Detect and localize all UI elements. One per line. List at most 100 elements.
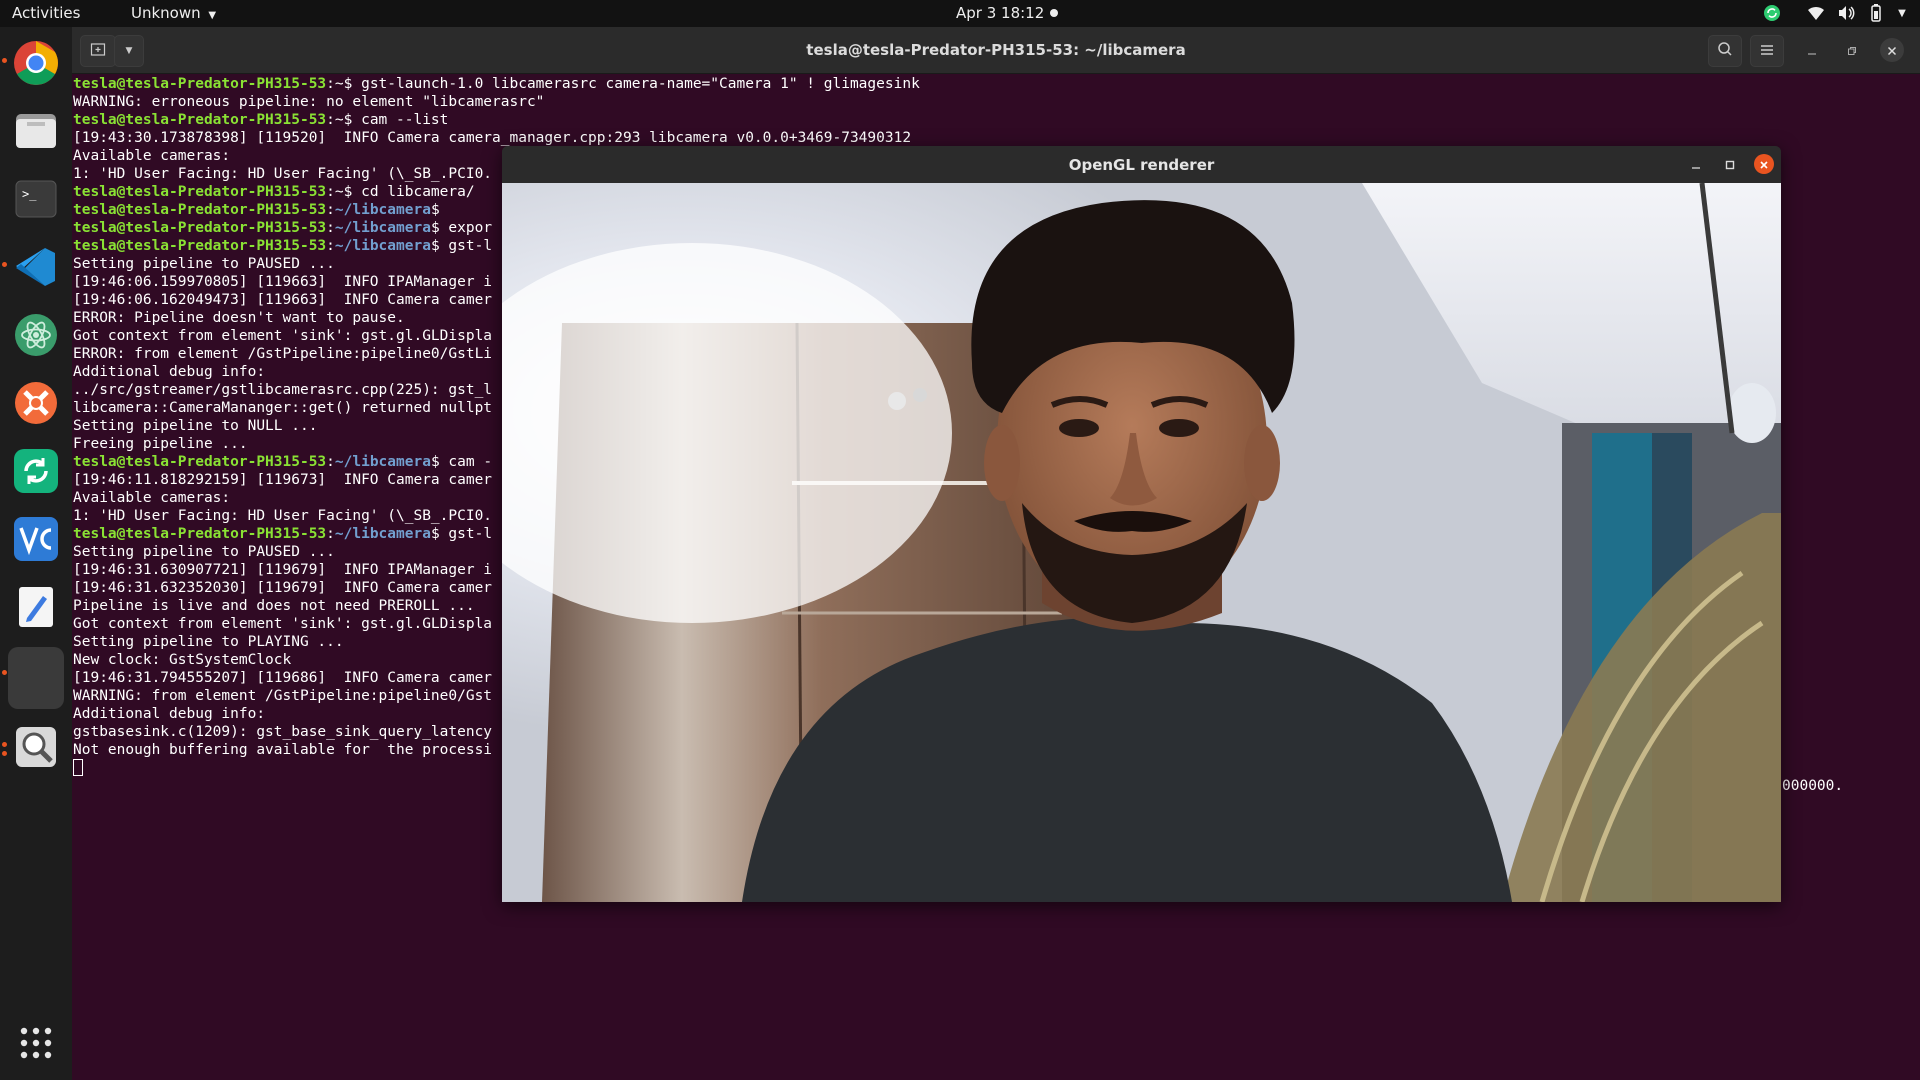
gl-maximize-button[interactable] xyxy=(1720,154,1740,174)
restore-button[interactable] xyxy=(1840,35,1864,65)
blank-app[interactable] xyxy=(8,647,64,709)
git-sync-icon[interactable] xyxy=(8,443,64,499)
terminal-text: : xyxy=(326,238,335,254)
terminal-scrollbar[interactable] xyxy=(1910,77,1918,777)
terminal-text: gstbasesink.c(1209): gst_base_sink_query… xyxy=(73,724,493,740)
svg-text:>_: >_ xyxy=(22,187,37,201)
terminal-text: [19:46:31.632352030] [119679] INFO Camer… xyxy=(73,580,493,596)
terminal-text: [19:46:31.794555207] [119686] INFO Camer… xyxy=(73,670,493,686)
close-button[interactable] xyxy=(1880,38,1904,62)
prompt-user-host: tesla@tesla-Predator-PH315-53 xyxy=(73,526,327,542)
minimize-icon xyxy=(1691,155,1701,174)
close-icon xyxy=(1759,155,1769,174)
terminal-text: [19:46:11.818292159] [119673] INFO Camer… xyxy=(73,472,493,488)
volume-icon[interactable] xyxy=(1836,3,1856,23)
terminal-text: $ gst-l xyxy=(430,526,493,542)
terminal-text: ERROR: from element /GstPipeline:pipelin… xyxy=(73,346,493,362)
terminal-text: Not enough buffering available for the p… xyxy=(73,742,493,758)
terminal-cursor xyxy=(73,759,83,776)
text-editor-icon[interactable] xyxy=(8,579,64,635)
terminal-text: $ expor xyxy=(430,220,493,236)
camera-video-feed xyxy=(502,183,1781,902)
sync-indicator-icon[interactable] xyxy=(1762,3,1782,23)
prompt-path: ~/libcamera xyxy=(334,526,431,542)
files-icon[interactable] xyxy=(8,103,64,159)
system-tray[interactable]: ▼ xyxy=(1762,3,1908,23)
dock: >_ xyxy=(0,27,72,1080)
terminal-text: Freeing pipeline ... xyxy=(73,436,248,452)
terminal-text: libcamera::CameraMananger::get() returne… xyxy=(73,400,493,416)
terminal-text: :~$ cd libcamera/ xyxy=(326,184,475,200)
prompt-path: ~/libcamera xyxy=(334,454,431,470)
running-indicator xyxy=(2,670,7,675)
terminal-text: Got context from element 'sink': gst.gl.… xyxy=(73,616,493,632)
terminal-text: Got context from element 'sink': gst.gl.… xyxy=(73,328,493,344)
show-applications-icon[interactable] xyxy=(8,1015,64,1071)
opengl-window-title: OpenGL renderer xyxy=(1068,156,1215,174)
restore-icon xyxy=(1847,41,1857,60)
terminal-text: $ cam - xyxy=(430,454,493,470)
terminal-text: Additional debug info: xyxy=(73,364,266,380)
activities-button[interactable]: Activities xyxy=(12,4,80,22)
opengl-renderer-window: OpenGL renderer xyxy=(502,146,1781,902)
wifi-icon[interactable] xyxy=(1806,3,1826,23)
terminal-text: Available cameras: xyxy=(73,148,231,164)
running-indicator xyxy=(2,58,7,63)
search-button[interactable] xyxy=(1708,35,1742,67)
terminal-text: Setting pipeline to PLAYING ... xyxy=(73,634,344,650)
terminal-line: tesla@tesla-Predator-PH315-53:~$ cam --l… xyxy=(73,111,1920,129)
camera-frame-image xyxy=(502,183,1781,902)
prompt-user-host: tesla@tesla-Predator-PH315-53 xyxy=(73,454,327,470)
terminal-text: 1: 'HD User Facing: HD User Facing' (\_S… xyxy=(73,166,493,182)
terminal-title: tesla@tesla-Predator-PH315-53: ~/libcame… xyxy=(806,41,1186,59)
minimize-icon xyxy=(1807,41,1817,60)
app-menu[interactable]: Unknown ▼ xyxy=(131,4,216,22)
terminal-text: Additional debug info: xyxy=(73,706,266,722)
chevron-down-icon: ▼ xyxy=(208,10,217,21)
terminal-text: : xyxy=(326,220,335,236)
terminal-text: New clock: GstSystemClock xyxy=(73,652,292,668)
prompt-user-host: tesla@tesla-Predator-PH315-53 xyxy=(73,112,327,128)
vnc-viewer-icon[interactable] xyxy=(8,511,64,567)
close-icon xyxy=(1887,41,1897,60)
terminal-text: : xyxy=(326,526,335,542)
terminal-text: Pipeline is live and does not need PRERO… xyxy=(73,598,475,614)
prompt-user-host: tesla@tesla-Predator-PH315-53 xyxy=(73,220,327,236)
prompt-user-host: tesla@tesla-Predator-PH315-53 xyxy=(73,202,327,218)
terminal-text: [19:46:31.630907721] [119679] INFO IPAMa… xyxy=(73,562,493,578)
search-app-icon[interactable] xyxy=(8,719,64,775)
terminal-text: :~$ cam --list xyxy=(326,112,449,128)
terminal-output-overflow-text: 000000. xyxy=(1782,778,1844,794)
running-indicator xyxy=(2,262,7,267)
terminal-text: Setting pipeline to PAUSED ... xyxy=(73,544,335,560)
terminal-text: [19:46:06.162049473] [119663] INFO Camer… xyxy=(73,292,493,308)
terminal-text: Setting pipeline to NULL ... xyxy=(73,418,318,434)
minimize-button[interactable] xyxy=(1800,35,1824,65)
opengl-titlebar[interactable]: OpenGL renderer xyxy=(502,146,1781,183)
terminal-text: WARNING: from element /GstPipeline:pipel… xyxy=(73,688,493,704)
search-icon xyxy=(1717,41,1733,61)
terminal-text: :~$ gst-launch-1.0 libcamerasrc camera-n… xyxy=(326,76,920,92)
gl-close-button[interactable] xyxy=(1754,154,1774,174)
prompt-user-host: tesla@tesla-Predator-PH315-53 xyxy=(73,184,327,200)
hamburger-menu-button[interactable] xyxy=(1750,35,1784,67)
battery-icon[interactable] xyxy=(1866,3,1886,23)
vscode-icon[interactable] xyxy=(8,239,64,295)
postman-icon[interactable] xyxy=(8,375,64,431)
hamburger-menu-icon xyxy=(1759,42,1775,61)
chrome-icon[interactable] xyxy=(8,35,64,91)
terminal-line: WARNING: erroneous pipeline: no element … xyxy=(73,93,1920,111)
running-indicator xyxy=(2,742,7,747)
terminal-text: ../src/gstreamer/gstlibcamerasrc.cpp(225… xyxy=(73,382,493,398)
prompt-path: ~/libcamera xyxy=(334,220,431,236)
terminal-text: 1: 'HD User Facing: HD User Facing' (\_S… xyxy=(73,508,493,524)
top-bar: Activities Unknown ▼ Apr 3 18:12 ▼ xyxy=(0,0,1920,27)
terminal-line: tesla@tesla-Predator-PH315-53:~$ gst-lau… xyxy=(73,75,1920,93)
gl-minimize-button[interactable] xyxy=(1686,154,1706,174)
clock[interactable]: Apr 3 18:12 xyxy=(956,4,1044,22)
terminal-text: WARNING: erroneous pipeline: no element … xyxy=(73,94,545,110)
atom-icon[interactable] xyxy=(8,307,64,363)
running-indicator xyxy=(2,751,7,756)
system-menu-chevron-icon[interactable]: ▼ xyxy=(1896,3,1908,23)
terminal-icon[interactable]: >_ xyxy=(8,171,64,227)
